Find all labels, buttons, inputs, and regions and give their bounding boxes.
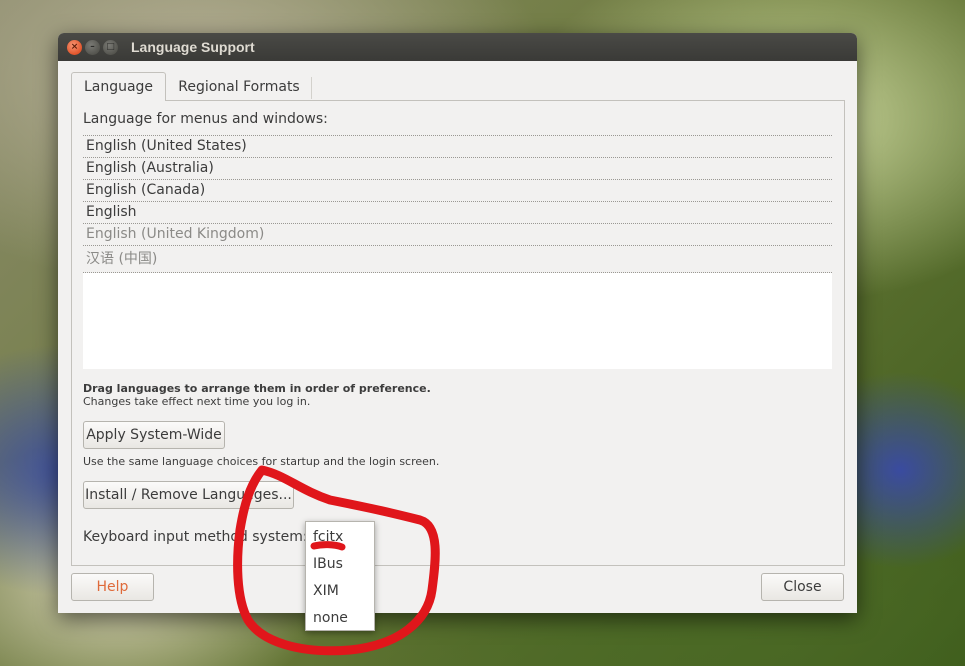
- input-method-label: Keyboard input method system:: [83, 529, 308, 545]
- language-row-chinese[interactable]: 汉语 (中国): [83, 245, 832, 273]
- window-maximize-icon[interactable]: □: [103, 40, 118, 55]
- apply-hint: Use the same language choices for startu…: [83, 455, 440, 468]
- title-bar[interactable]: × – □ Language Support: [58, 33, 857, 61]
- drag-hint: Drag languages to arrange them in order …: [83, 382, 431, 395]
- language-list[interactable]: English (United States) English (Austral…: [83, 135, 832, 369]
- language-row-english-us[interactable]: English (United States): [83, 135, 832, 157]
- input-method-option-none[interactable]: none: [313, 610, 348, 626]
- language-row-english[interactable]: English: [83, 201, 832, 223]
- window-minimize-icon[interactable]: –: [85, 40, 100, 55]
- tab-language[interactable]: Language: [71, 72, 166, 101]
- input-method-option-ibus[interactable]: IBus: [313, 556, 343, 572]
- close-button[interactable]: Close: [761, 573, 844, 601]
- window-close-icon[interactable]: ×: [67, 40, 82, 55]
- tab-regional-formats[interactable]: Regional Formats: [166, 73, 312, 101]
- input-method-option-fcitx[interactable]: fcitx: [313, 529, 343, 545]
- login-hint: Changes take effect next time you log in…: [83, 395, 311, 408]
- input-method-dropdown[interactable]: fcitx IBus XIM none: [305, 521, 375, 631]
- language-row-english-australia[interactable]: English (Australia): [83, 157, 832, 179]
- install-remove-languages-button[interactable]: Install / Remove Languages...: [83, 481, 294, 509]
- help-button[interactable]: Help: [71, 573, 154, 601]
- window-title: Language Support: [131, 39, 255, 55]
- language-row-english-uk[interactable]: English (United Kingdom): [83, 223, 832, 245]
- language-list-label: Language for menus and windows:: [83, 111, 328, 127]
- language-row-english-canada[interactable]: English (Canada): [83, 179, 832, 201]
- apply-system-wide-button[interactable]: Apply System-Wide: [83, 421, 225, 449]
- input-method-option-xim[interactable]: XIM: [313, 583, 339, 599]
